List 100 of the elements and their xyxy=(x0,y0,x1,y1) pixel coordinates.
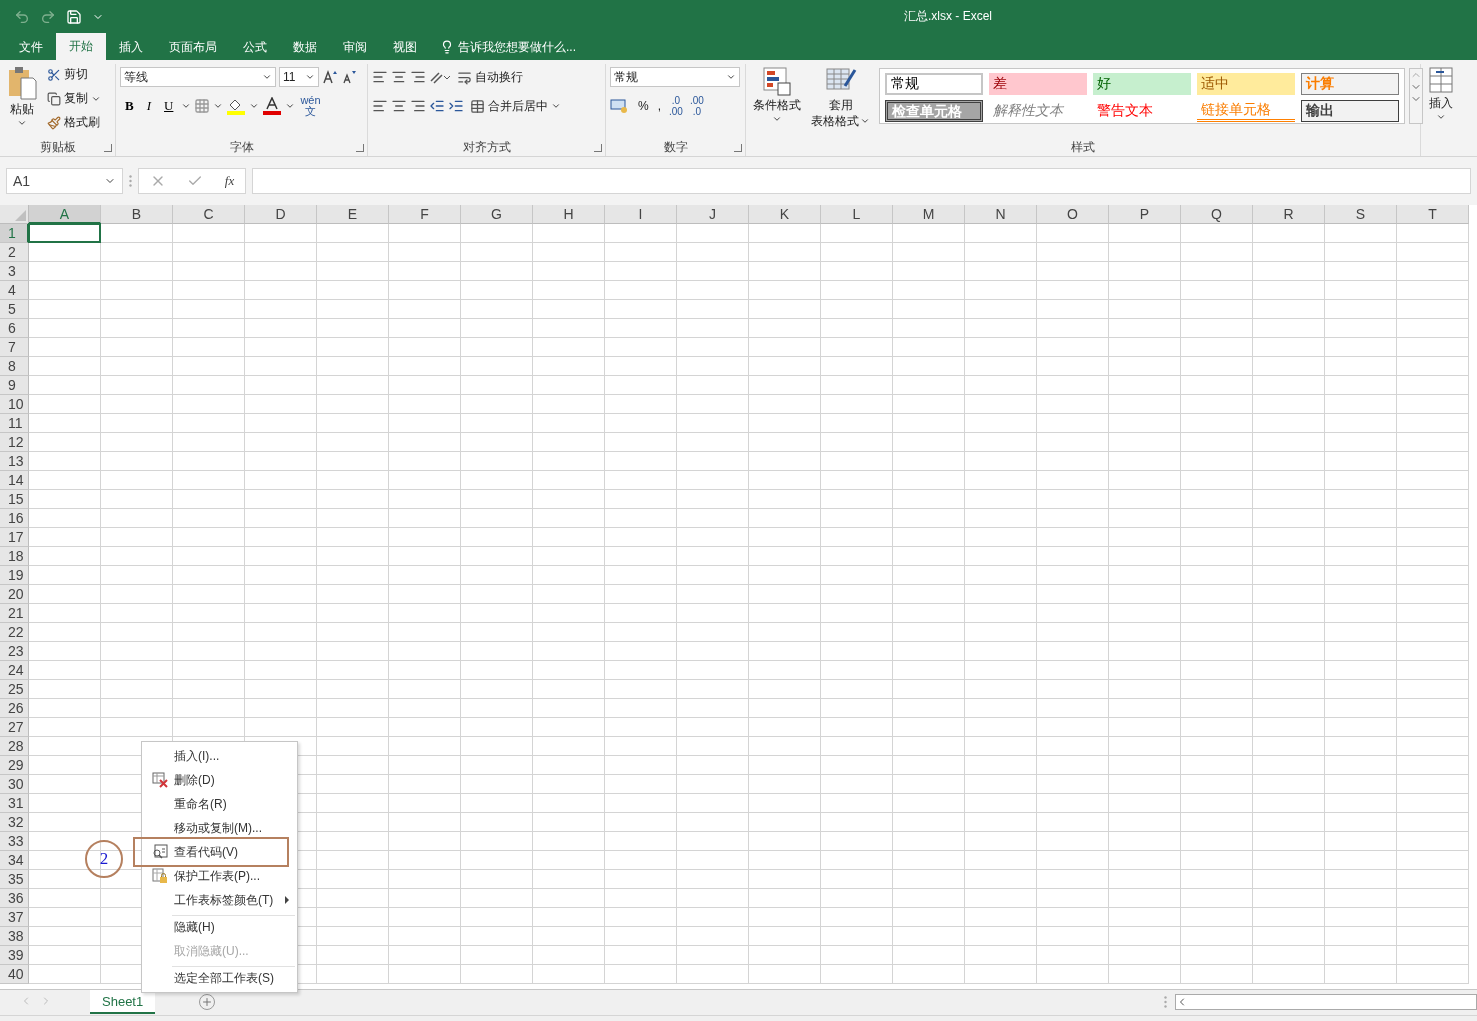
cell-style[interactable]: 常规 xyxy=(885,73,983,95)
row-header[interactable]: 36 xyxy=(0,889,29,908)
row-header[interactable]: 25 xyxy=(0,680,29,699)
row-header[interactable]: 24 xyxy=(0,661,29,680)
middle-align-icon[interactable] xyxy=(391,69,407,85)
orientation-icon[interactable] xyxy=(429,69,451,85)
ribbon-tab[interactable]: 文件 xyxy=(6,34,56,60)
menu-item[interactable]: 插入(I)... xyxy=(142,744,297,768)
percent-button[interactable]: % xyxy=(635,97,652,115)
caret-icon[interactable] xyxy=(213,101,224,111)
caret-icon[interactable] xyxy=(860,116,870,126)
row-header[interactable]: 14 xyxy=(0,471,29,490)
row-header[interactable]: 22 xyxy=(0,623,29,642)
font-color-icon[interactable] xyxy=(262,97,283,115)
row-header[interactable]: 29 xyxy=(0,756,29,775)
paste-button[interactable]: 粘贴 xyxy=(4,64,40,138)
format-painter-button[interactable]: 格式刷 xyxy=(44,112,104,133)
top-align-icon[interactable] xyxy=(372,69,388,85)
row-header[interactable]: 23 xyxy=(0,642,29,661)
name-box[interactable]: A1 xyxy=(6,168,123,194)
cell-style[interactable]: 好 xyxy=(1093,73,1191,95)
row-header[interactable]: 26 xyxy=(0,699,29,718)
font-size-field[interactable]: 11 xyxy=(279,67,319,87)
comma-button[interactable]: , xyxy=(654,97,664,115)
row-header[interactable]: 15 xyxy=(0,490,29,509)
row-header[interactable]: 9 xyxy=(0,376,29,395)
row-header[interactable]: 30 xyxy=(0,775,29,794)
italic-button[interactable]: I xyxy=(141,96,156,116)
decrease-indent-icon[interactable] xyxy=(429,98,445,114)
row-header[interactable]: 34 xyxy=(0,851,29,870)
cell-style[interactable]: 警告文本 xyxy=(1093,100,1191,122)
cell-style[interactable]: 适中 xyxy=(1197,73,1295,95)
menu-item[interactable]: 重命名(R) xyxy=(142,792,297,816)
row-header[interactable]: 18 xyxy=(0,547,29,566)
row-header[interactable]: 20 xyxy=(0,585,29,604)
column-header[interactable]: P xyxy=(1109,205,1181,224)
column-header[interactable]: B xyxy=(101,205,173,224)
row-header[interactable]: 27 xyxy=(0,718,29,737)
menu-item[interactable]: 查看代码(V) xyxy=(142,840,297,864)
grow-font-icon[interactable] xyxy=(322,69,338,85)
caret-icon[interactable] xyxy=(551,101,561,111)
dialog-launcher-icon[interactable] xyxy=(594,144,602,152)
row-header[interactable]: 8 xyxy=(0,357,29,376)
format-as-table-button[interactable]: 套用 表格格式 xyxy=(808,64,873,138)
column-header[interactable]: C xyxy=(173,205,245,224)
row-header[interactable]: 21 xyxy=(0,604,29,623)
align-center-icon[interactable] xyxy=(391,98,407,114)
column-header[interactable]: K xyxy=(749,205,821,224)
column-header[interactable]: I xyxy=(605,205,677,224)
cell-style[interactable]: 解释性文本 xyxy=(989,100,1087,122)
column-header[interactable]: T xyxy=(1397,205,1469,224)
caret-icon[interactable] xyxy=(285,101,296,111)
column-header[interactable]: M xyxy=(893,205,965,224)
row-header[interactable]: 38 xyxy=(0,927,29,946)
column-header[interactable]: S xyxy=(1325,205,1397,224)
menu-item[interactable]: 删除(D) xyxy=(142,768,297,792)
ribbon-tab[interactable]: 数据 xyxy=(280,34,330,60)
redo-icon[interactable] xyxy=(40,8,56,25)
row-header[interactable]: 35 xyxy=(0,870,29,889)
ribbon-tab[interactable]: 开始 xyxy=(56,33,106,60)
column-header[interactable]: L xyxy=(821,205,893,224)
horizontal-scrollbar[interactable] xyxy=(1175,994,1477,1010)
decrease-decimal-button[interactable]: .00 .0 xyxy=(687,94,706,118)
row-header[interactable]: 17 xyxy=(0,528,29,547)
increase-decimal-button[interactable]: .0 .00 xyxy=(667,94,685,118)
row-header[interactable]: 6 xyxy=(0,319,29,338)
caret-icon[interactable] xyxy=(772,114,782,124)
copy-button[interactable]: 复制 xyxy=(44,88,104,109)
caret-icon[interactable] xyxy=(181,101,192,111)
conditional-format-button[interactable]: 条件格式 xyxy=(750,64,804,138)
save-icon[interactable] xyxy=(66,8,82,25)
column-header[interactable]: J xyxy=(677,205,749,224)
row-header[interactable]: 37 xyxy=(0,908,29,927)
row-header[interactable]: 1 xyxy=(0,224,29,243)
menu-item[interactable]: 工作表标签颜色(T) xyxy=(142,888,297,912)
row-header[interactable]: 40 xyxy=(0,965,29,984)
row-header[interactable]: 12 xyxy=(0,433,29,452)
row-header[interactable]: 7 xyxy=(0,338,29,357)
sheet-tab[interactable]: Sheet1 xyxy=(90,990,156,1014)
menu-item[interactable]: 移动或复制(M)... xyxy=(142,816,297,840)
formula-input[interactable] xyxy=(252,168,1471,194)
row-header[interactable]: 16 xyxy=(0,509,29,528)
column-header[interactable]: R xyxy=(1253,205,1325,224)
dialog-launcher-icon[interactable] xyxy=(356,144,364,152)
row-header[interactable]: 4 xyxy=(0,281,29,300)
undo-icon[interactable] xyxy=(14,8,30,25)
cell-style[interactable]: 输出 xyxy=(1301,100,1399,122)
ribbon-tab[interactable]: 视图 xyxy=(380,34,430,60)
align-left-icon[interactable] xyxy=(372,98,388,114)
row-header[interactable]: 19 xyxy=(0,566,29,585)
ribbon-tab[interactable]: 插入 xyxy=(106,34,156,60)
dialog-launcher-icon[interactable] xyxy=(734,144,742,152)
tell-me-search[interactable]: 告诉我您想要做什么... xyxy=(430,34,586,60)
row-header[interactable]: 2 xyxy=(0,243,29,262)
caret-icon[interactable] xyxy=(17,118,27,128)
wrap-text-button[interactable]: 自动换行 xyxy=(454,66,526,88)
active-cell[interactable] xyxy=(28,223,101,243)
row-header[interactable]: 13 xyxy=(0,452,29,471)
column-header[interactable]: H xyxy=(533,205,605,224)
menu-item[interactable]: 保护工作表(P)... xyxy=(142,864,297,888)
